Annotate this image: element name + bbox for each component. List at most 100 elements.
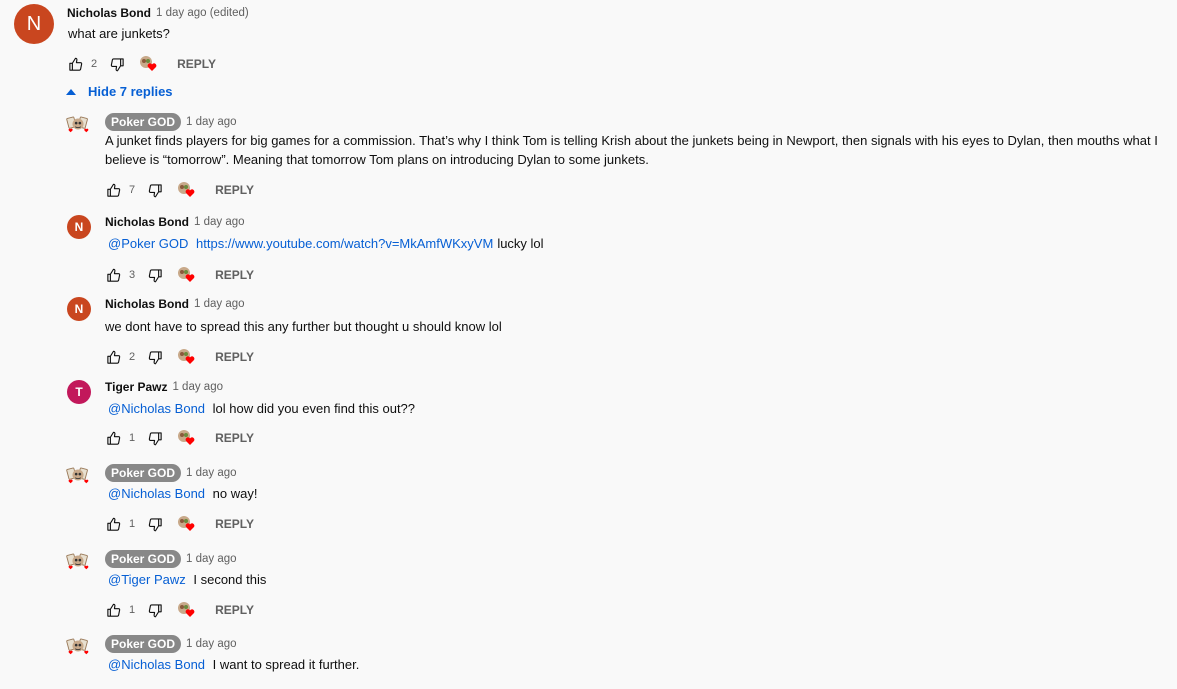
comment-text: we dont have to spread this any further …	[105, 318, 1170, 337]
dislike-button[interactable]	[147, 267, 163, 283]
hide-replies-toggle[interactable]: Hide 7 replies	[66, 84, 173, 99]
thumbs-up-icon	[106, 350, 120, 364]
avatar[interactable]	[66, 463, 90, 487]
dislike-button[interactable]	[147, 602, 163, 618]
timestamp[interactable]: 1 day ago	[194, 298, 245, 310]
author-name[interactable]: Poker GOD	[105, 464, 182, 482]
author-name[interactable]: Nicholas Bond	[67, 6, 151, 20]
comment-text: @Nicholas Bond no way!	[108, 485, 1173, 504]
author-name[interactable]: Poker GOD	[105, 635, 182, 653]
like-button[interactable]	[105, 182, 121, 198]
url-link[interactable]: https://www.youtube.com/watch?v=MkAmfWKx…	[196, 236, 493, 251]
comment-body: lol how did you even find this out??	[212, 401, 416, 416]
avatar[interactable]	[66, 549, 90, 573]
comment-actions: 1 REPLY	[105, 516, 254, 532]
thumbs-up-icon	[68, 57, 82, 71]
avatar[interactable]	[66, 634, 90, 658]
comment-body: we dont have to spread this any further …	[105, 319, 502, 334]
comment-header: Tiger Pawz 1 day ago	[105, 380, 223, 394]
author-name[interactable]: Nicholas Bond	[105, 297, 189, 311]
like-button[interactable]	[105, 267, 121, 283]
avatar[interactable]: T	[67, 380, 91, 404]
author-name[interactable]: Tiger Pawz	[105, 380, 167, 394]
avatar[interactable]	[66, 112, 90, 136]
timestamp[interactable]: 1 day ago	[186, 553, 237, 565]
dislike-button[interactable]	[147, 182, 163, 198]
dislike-button[interactable]	[147, 349, 163, 365]
comment-actions: 1 REPLY	[105, 602, 254, 618]
comment-actions: 2 REPLY	[67, 56, 216, 72]
comment-body: no way!	[212, 486, 258, 501]
avatar[interactable]: N	[67, 297, 91, 321]
comment-actions: 3 REPLY	[105, 267, 254, 283]
thumbs-down-icon	[148, 183, 162, 197]
comment-body: A junket finds players for big games for…	[105, 133, 1158, 167]
thumbs-up-icon	[106, 268, 120, 282]
like-button[interactable]	[105, 602, 121, 618]
comment-actions: 2 REPLY	[105, 349, 254, 365]
caret-up-icon	[66, 88, 76, 95]
comment-header: Poker GOD 1 day ago	[105, 464, 237, 482]
comment-body: I second this	[193, 572, 267, 587]
thumbs-down-icon	[110, 57, 124, 71]
like-button[interactable]	[105, 430, 121, 446]
like-button[interactable]	[105, 516, 121, 532]
avatar[interactable]: N	[67, 215, 91, 239]
reply-button[interactable]: REPLY	[177, 57, 216, 71]
like-count: 1	[129, 518, 136, 530]
mention-link[interactable]: @Nicholas Bond	[108, 657, 205, 672]
comment-text: @Nicholas Bond I want to spread it furth…	[108, 656, 1173, 675]
comment-header: Nicholas Bond 1 day ago (edited)	[67, 6, 249, 20]
timestamp[interactable]: 1 day ago	[186, 467, 237, 479]
author-name[interactable]: Nicholas Bond	[105, 215, 189, 229]
like-button[interactable]	[67, 56, 83, 72]
thumbs-up-icon	[106, 183, 120, 197]
dislike-button[interactable]	[147, 516, 163, 532]
thumbs-down-icon	[148, 350, 162, 364]
like-count: 3	[129, 269, 136, 281]
creator-heart-icon[interactable]	[177, 602, 195, 618]
author-name[interactable]: Poker GOD	[105, 113, 182, 131]
thumbs-up-icon	[106, 431, 120, 445]
avatar[interactable]: N	[14, 4, 54, 44]
creator-heart-icon[interactable]	[177, 430, 195, 446]
comment-header: Poker GOD 1 day ago	[105, 635, 237, 653]
thumbs-up-icon	[106, 603, 120, 617]
mention-link[interactable]: @Poker GOD	[108, 236, 188, 251]
timestamp[interactable]: 1 day ago (edited)	[156, 7, 249, 19]
creator-heart-icon[interactable]	[177, 349, 195, 365]
author-name[interactable]: Poker GOD	[105, 550, 182, 568]
like-count: 1	[129, 604, 136, 616]
comment-text: @Nicholas Bond lol how did you even find…	[108, 400, 1173, 419]
comment-text: @Poker GOD https://www.youtube.com/watch…	[108, 235, 1173, 254]
comment-actions: 1 REPLY	[105, 430, 254, 446]
reply-button[interactable]: REPLY	[215, 517, 254, 531]
reply-button[interactable]: REPLY	[215, 350, 254, 364]
thumbs-down-icon	[148, 603, 162, 617]
comment-text: @Tiger Pawz I second this	[108, 571, 1173, 590]
thumbs-down-icon	[148, 517, 162, 531]
like-button[interactable]	[105, 349, 121, 365]
reply-button[interactable]: REPLY	[215, 268, 254, 282]
like-count: 2	[129, 351, 136, 363]
comment-header: Nicholas Bond 1 day ago	[105, 215, 245, 229]
mention-link[interactable]: @Nicholas Bond	[108, 486, 205, 501]
dislike-button[interactable]	[147, 430, 163, 446]
reply-button[interactable]: REPLY	[215, 183, 254, 197]
reply-button[interactable]: REPLY	[215, 603, 254, 617]
reply-button[interactable]: REPLY	[215, 431, 254, 445]
comment-header: Poker GOD 1 day ago	[105, 113, 237, 131]
timestamp[interactable]: 1 day ago	[172, 381, 223, 393]
creator-heart-icon[interactable]	[177, 267, 195, 283]
comment-header: Poker GOD 1 day ago	[105, 550, 237, 568]
dislike-button[interactable]	[109, 56, 125, 72]
creator-heart-icon[interactable]	[139, 56, 157, 72]
creator-heart-icon[interactable]	[177, 182, 195, 198]
mention-link[interactable]: @Tiger Pawz	[108, 572, 186, 587]
timestamp[interactable]: 1 day ago	[186, 116, 237, 128]
comment-body: lucky lol	[497, 236, 544, 251]
creator-heart-icon[interactable]	[177, 516, 195, 532]
timestamp[interactable]: 1 day ago	[186, 638, 237, 650]
mention-link[interactable]: @Nicholas Bond	[108, 401, 205, 416]
timestamp[interactable]: 1 day ago	[194, 216, 245, 228]
